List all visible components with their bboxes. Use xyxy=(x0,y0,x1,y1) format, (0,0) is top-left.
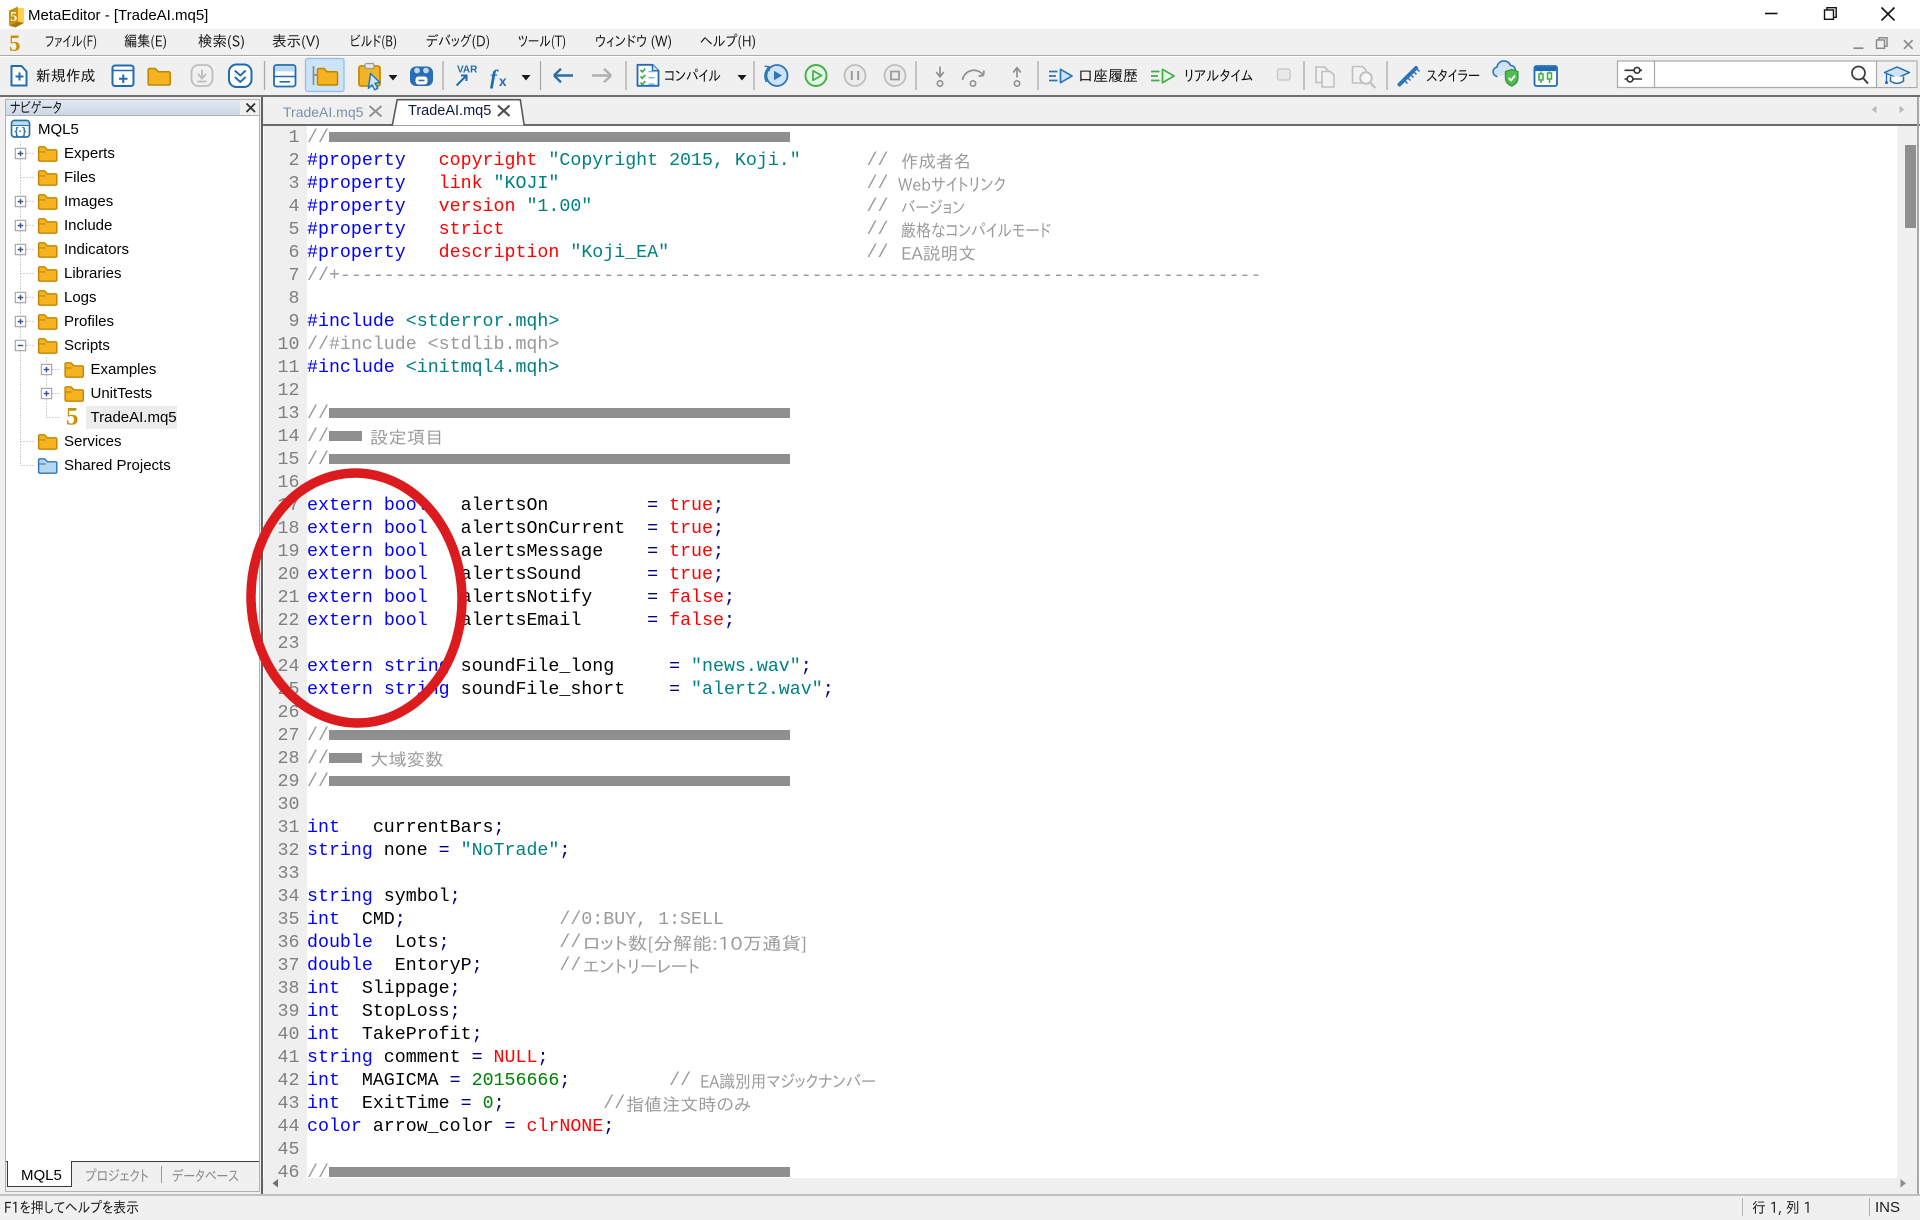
svg-text:x: x xyxy=(499,74,507,89)
svg-text:5: 5 xyxy=(10,10,17,25)
svg-text:f: f xyxy=(490,65,499,89)
svg-text:{·}: {·} xyxy=(15,126,27,138)
svg-text:5: 5 xyxy=(66,404,79,431)
svg-text:VAR: VAR xyxy=(457,65,478,76)
